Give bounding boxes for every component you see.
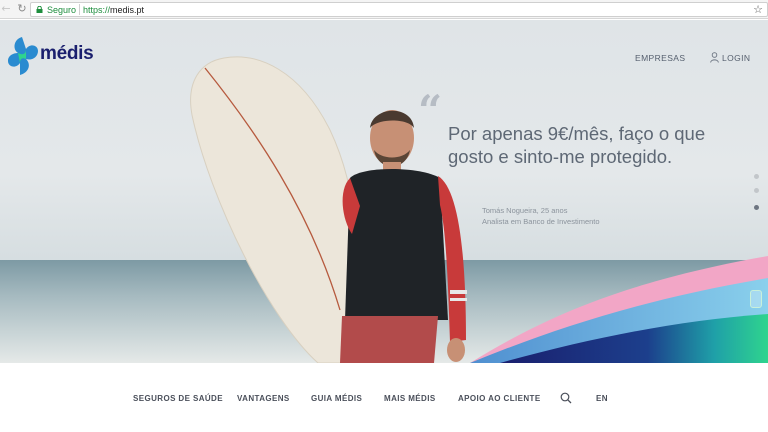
lock-icon [36, 6, 43, 13]
medis-logo[interactable]: médis [8, 37, 94, 77]
nav-item-apoio-ao-cliente[interactable]: APOIO AO CLIENTE [458, 394, 541, 403]
testimonial-role: Analista em Banco de Investimento [482, 217, 600, 226]
star-icon[interactable]: ☆ [753, 3, 763, 16]
logo-text: médis [40, 43, 94, 64]
testimonial-author: Tomás Nogueira, 25 anos [482, 206, 568, 215]
url-host: medis.pt [110, 5, 145, 15]
reload-icon[interactable]: ↻ [16, 3, 28, 15]
surfboard [190, 56, 357, 363]
slide-dot-2[interactable] [754, 188, 759, 193]
url-text[interactable]: https://medis.pt [83, 4, 144, 16]
url-separator [79, 4, 80, 15]
hero-banner: médis EMPRESAS LOGIN “ Por apenas 9€/mês… [0, 20, 768, 363]
main-navigation: SEGUROS DE SAÚDE VANTAGENS GUIA MÉDIS MA… [0, 363, 768, 432]
person-shirt [345, 169, 448, 320]
medis-logo-icon [8, 37, 38, 75]
slide-dot-1[interactable] [754, 174, 759, 179]
person-shorts [340, 316, 438, 363]
search-icon[interactable] [560, 392, 572, 404]
back-arrow-icon[interactable]: ← [0, 3, 12, 15]
side-tab-handle[interactable] [750, 290, 762, 308]
language-switch[interactable]: EN [596, 394, 608, 403]
testimonial-quote: Por apenas 9€/mês, faço o que gosto e si… [448, 123, 706, 167]
nav-item-mais-medis[interactable]: MAIS MÉDIS [384, 394, 436, 403]
nav-item-guia-medis[interactable]: GUIA MÉDIS [311, 394, 362, 403]
login-link[interactable]: LOGIN [722, 53, 750, 63]
user-icon[interactable] [710, 52, 719, 63]
browser-toolbar: ← ↻ Seguro https://medis.pt ☆ [0, 0, 768, 19]
hero-photo [190, 56, 768, 363]
slide-dot-3-active[interactable] [754, 205, 759, 210]
nav-item-seguros-de-saude[interactable]: SEGUROS DE SAÚDE [133, 394, 223, 403]
nav-item-vantagens[interactable]: VANTAGENS [237, 394, 290, 403]
secure-label: Seguro [47, 5, 77, 15]
url-scheme: https:// [83, 5, 111, 15]
address-bar[interactable]: Seguro https://medis.pt ☆ [30, 2, 768, 17]
quote-icon: “ [418, 86, 443, 135]
empresas-link[interactable]: EMPRESAS [635, 53, 685, 63]
